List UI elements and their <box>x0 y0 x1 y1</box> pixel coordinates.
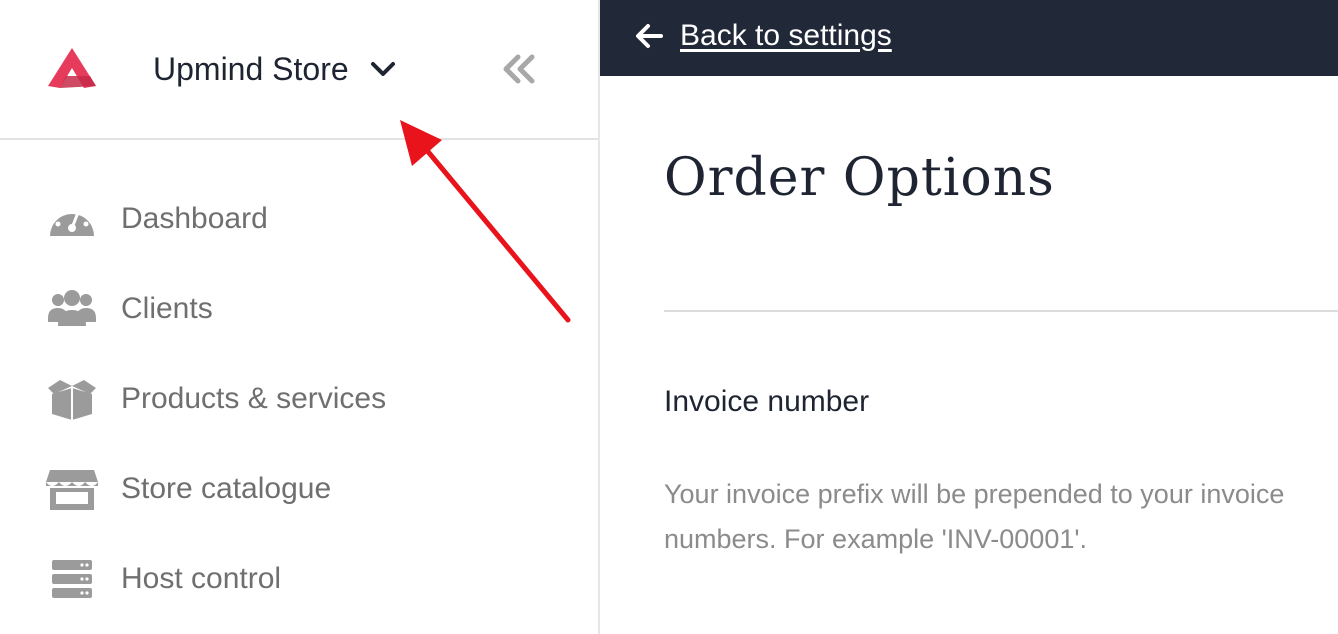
sidebar-header: Upmind Store <box>0 0 598 140</box>
divider <box>664 310 1338 312</box>
sidebar-item-label: Dashboard <box>121 202 268 235</box>
page-title: Order Options <box>664 148 1055 208</box>
box-icon <box>48 380 96 420</box>
users-icon <box>48 290 96 326</box>
collapse-sidebar-icon[interactable] <box>500 54 538 84</box>
main-content: Order Options Invoice number Your invoic… <box>600 76 1338 634</box>
sidebar-item-label: Products & services <box>121 382 387 415</box>
arrow-left-icon[interactable] <box>634 22 664 50</box>
storefront-icon <box>46 470 98 510</box>
store-switcher-label[interactable]: Upmind Store <box>153 49 349 89</box>
upmind-logo-icon <box>48 48 96 88</box>
chevron-down-icon[interactable] <box>369 58 397 80</box>
sidebar-item-clients[interactable]: Clients <box>0 264 598 354</box>
server-icon <box>52 560 92 598</box>
sidebar-item-dashboard[interactable]: Dashboard <box>0 174 598 264</box>
section-title: Invoice number <box>664 385 870 418</box>
sidebar-item-label: Store catalogue <box>121 472 332 505</box>
help-text: Your invoice prefix will be prepended to… <box>664 479 1285 554</box>
back-to-settings-link[interactable]: Back to settings <box>680 16 892 56</box>
top-bar: Back to settings <box>600 0 1338 76</box>
sidebar-item-products-services[interactable]: Products & services <box>0 354 598 444</box>
dashboard-gauge-icon <box>50 205 94 236</box>
sidebar-item-store-catalogue[interactable]: Store catalogue <box>0 444 598 534</box>
sidebar-item-label: Clients <box>121 292 213 325</box>
sidebar-item-label: Host control <box>121 562 282 595</box>
sidebar: Upmind Store Dashboard Clients Products … <box>0 0 598 634</box>
sidebar-item-host-control[interactable]: Host control <box>0 534 598 624</box>
